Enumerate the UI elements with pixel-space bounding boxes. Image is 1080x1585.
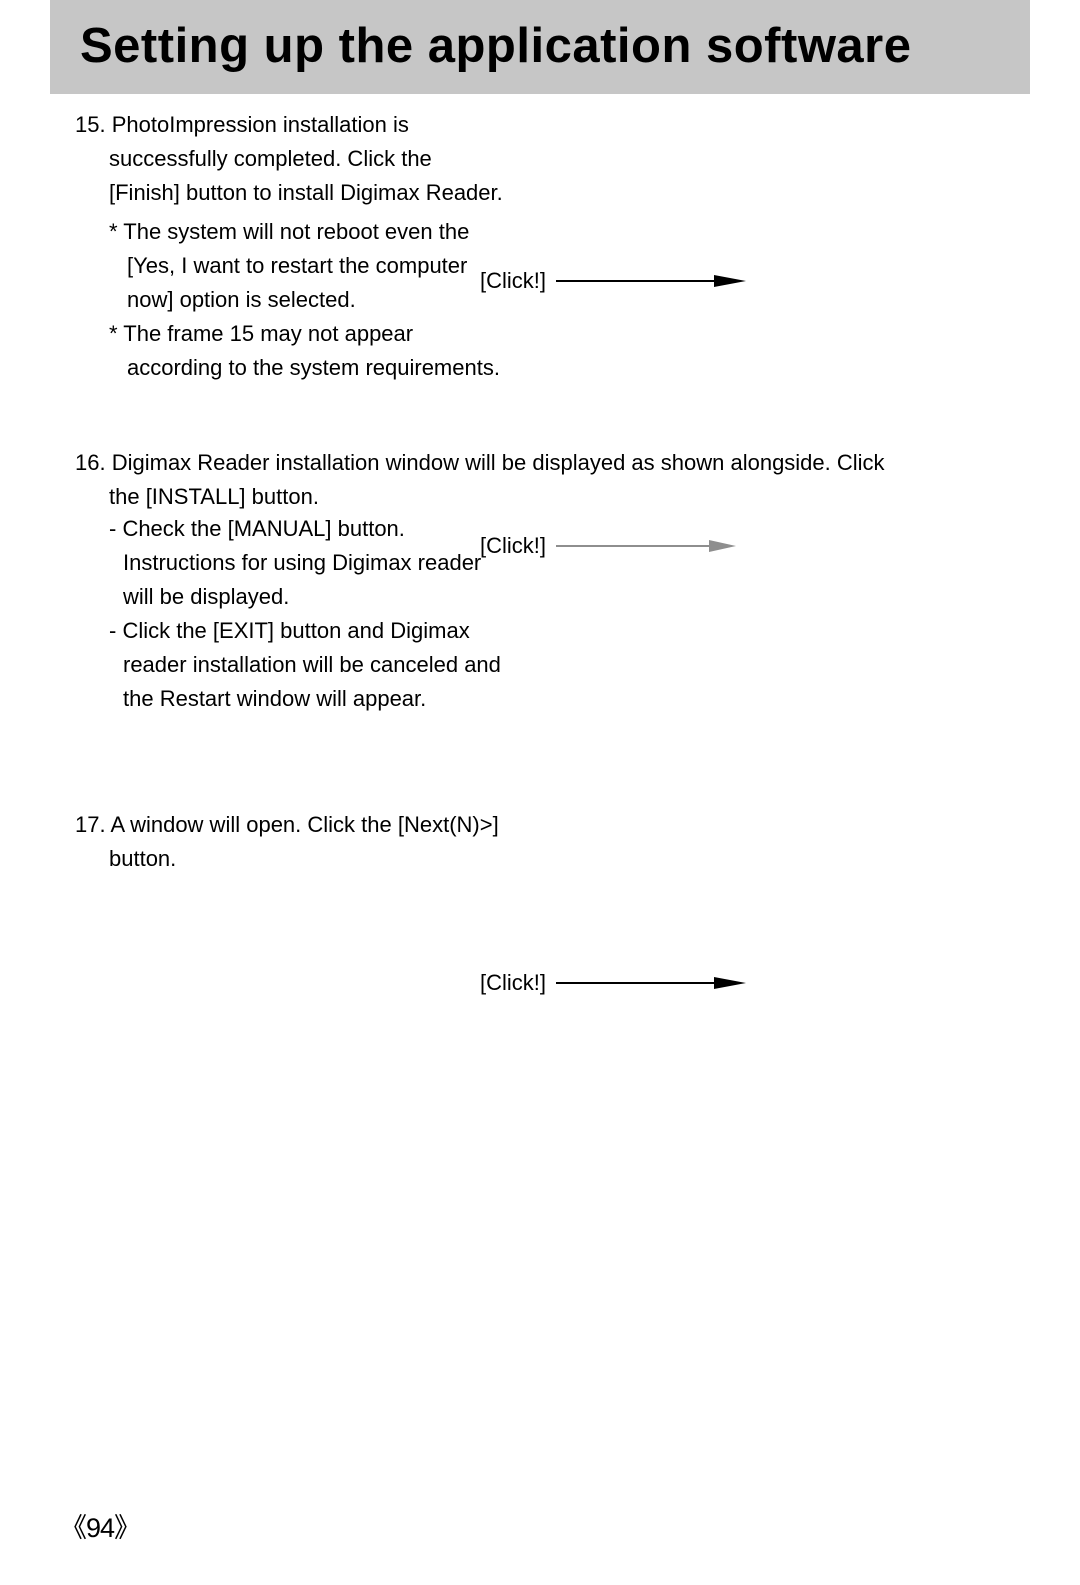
page-number: 《94》 bbox=[60, 1506, 140, 1545]
arrow-right-icon bbox=[556, 975, 746, 991]
click-callout-3: [Click!] bbox=[480, 970, 746, 996]
step-number: 15. bbox=[75, 112, 106, 137]
step-text: A window will open. Click the [Next(N)>]… bbox=[109, 812, 499, 871]
step-16: 16. Digimax Reader installation window w… bbox=[75, 446, 895, 514]
page-number-value: 94 bbox=[86, 1513, 114, 1543]
click-label: [Click!] bbox=[480, 970, 546, 996]
step-16-bullet1: - Check the [MANUAL] button. Instruction… bbox=[75, 512, 515, 614]
arrow-right-icon bbox=[556, 273, 746, 289]
arrow-right-icon bbox=[556, 538, 736, 554]
step-text: PhotoImpression installation is successf… bbox=[109, 112, 503, 205]
page-number-bracket-left: 《 bbox=[60, 1513, 86, 1543]
step-15-note1: * The system will not reboot even the [Y… bbox=[75, 215, 505, 317]
step-16-bullet2: - Click the [EXIT] button and Digimax re… bbox=[75, 614, 515, 716]
page-number-bracket-right: 》 bbox=[114, 1513, 140, 1543]
step-number: 17. bbox=[75, 812, 106, 837]
step-15-note2: * The frame 15 may not appear according … bbox=[75, 317, 505, 385]
click-label: [Click!] bbox=[480, 533, 546, 559]
click-label: [Click!] bbox=[480, 268, 546, 294]
step-number: 16. bbox=[75, 450, 106, 475]
step-15: 15. PhotoImpression installation is succ… bbox=[75, 108, 505, 210]
step-15-notes: * The system will not reboot even the [Y… bbox=[75, 215, 505, 385]
click-callout-2: [Click!] bbox=[480, 533, 736, 559]
step-17: 17. A window will open. Click the [Next(… bbox=[75, 808, 505, 876]
page-title: Setting up the application software bbox=[80, 18, 912, 74]
step-text: Digimax Reader installation window will … bbox=[109, 450, 885, 509]
click-callout-1: [Click!] bbox=[480, 268, 746, 294]
step-16-bullets: - Check the [MANUAL] button. Instruction… bbox=[75, 512, 515, 716]
manual-page: Setting up the application software 15. … bbox=[0, 0, 1080, 1585]
